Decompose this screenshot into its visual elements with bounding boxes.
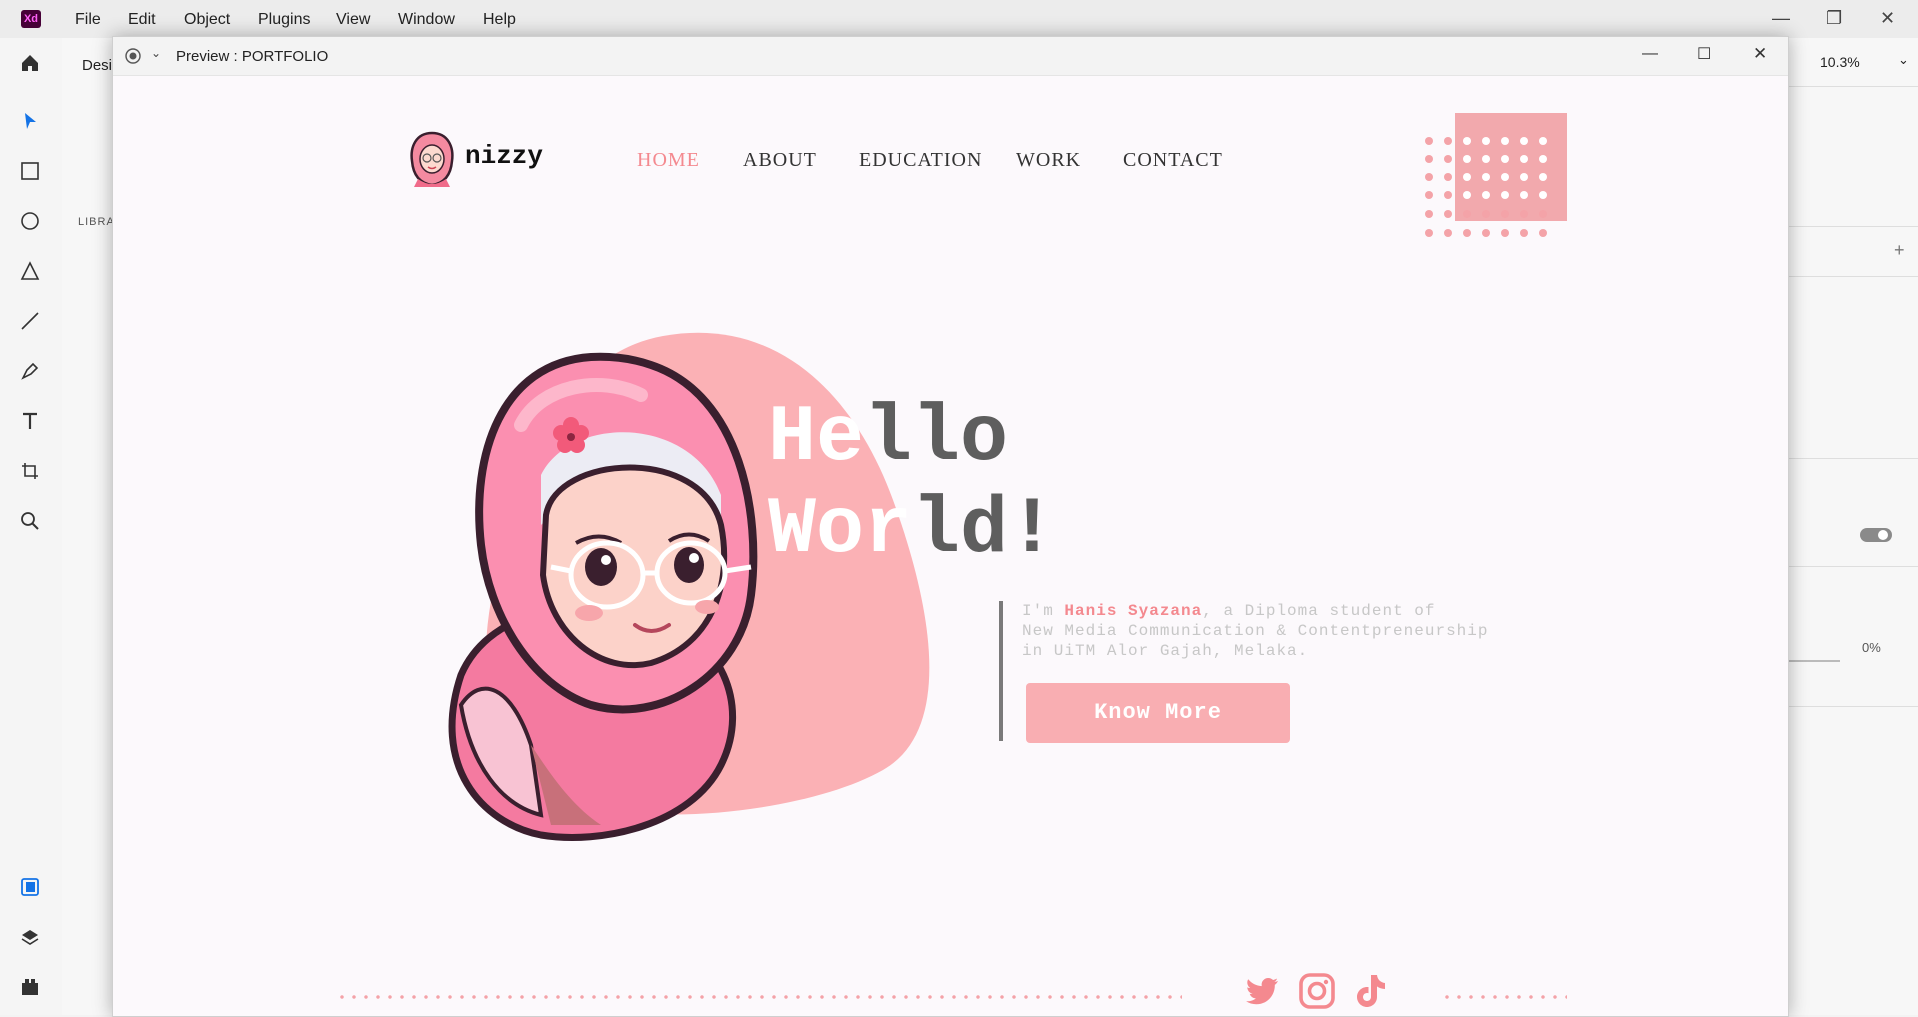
- intro-part: , a Diploma student of: [1202, 602, 1436, 620]
- preview-title: Preview : PORTFOLIO: [176, 48, 329, 65]
- preview-maximize-icon[interactable]: ☐: [1697, 44, 1711, 64]
- preview-window: ⌄ Preview : PORTFOLIO — ☐ ✕ nizzy HOME A…: [112, 36, 1789, 1017]
- headline-line-1: Hello: [768, 393, 1056, 485]
- polygon-tool-icon[interactable]: [17, 260, 43, 286]
- menu-window[interactable]: Window: [398, 11, 455, 29]
- pen-tool-icon[interactable]: [17, 360, 43, 386]
- line-tool-icon[interactable]: [17, 310, 43, 336]
- divider: [1786, 226, 1918, 227]
- menu-object[interactable]: Object: [184, 11, 230, 29]
- footer-dots-left: [336, 995, 1182, 999]
- toggle-knob: [1878, 530, 1888, 540]
- tiktok-icon[interactable]: [1351, 972, 1389, 1010]
- menu-help[interactable]: Help: [483, 11, 516, 29]
- intro-line-3: in UiTM Alor Gajah, Melaka.: [1022, 642, 1309, 660]
- headline-part: llo: [864, 393, 1009, 484]
- property-inspector: 10.3% ⌄ + 0%: [1786, 38, 1918, 1015]
- document-assets-icon[interactable]: [17, 876, 43, 902]
- libraries-label: LIBRA: [78, 216, 115, 228]
- restore-icon[interactable]: ❐: [1826, 8, 1842, 29]
- text-tool-icon[interactable]: [17, 410, 43, 436]
- portfolio-homepage: nizzy HOME ABOUT EDUCATION WORK CONTACT: [113, 75, 1788, 1016]
- close-icon[interactable]: ✕: [1880, 8, 1895, 29]
- toggle-switch[interactable]: [1860, 528, 1892, 542]
- headline-part: He: [768, 393, 865, 484]
- menu-file[interactable]: File: [75, 11, 101, 29]
- footer-dots-right: [1441, 995, 1567, 999]
- add-icon[interactable]: +: [1894, 240, 1905, 261]
- divider: [1786, 86, 1918, 87]
- tools-toolbar: [0, 38, 63, 1015]
- layers-icon[interactable]: [17, 926, 43, 952]
- nav-home[interactable]: HOME: [637, 149, 700, 172]
- divider: [1786, 706, 1918, 707]
- zoom-level[interactable]: 10.3%: [1820, 54, 1860, 70]
- preview-titlebar: ⌄ Preview : PORTFOLIO — ☐ ✕: [113, 37, 1788, 76]
- divider: [1786, 458, 1918, 459]
- preview-close-icon[interactable]: ✕: [1753, 44, 1767, 64]
- divider: [1786, 276, 1918, 277]
- preview-minimize-icon[interactable]: —: [1642, 45, 1658, 63]
- headline-part: ld!: [912, 485, 1057, 576]
- nav-contact[interactable]: CONTACT: [1123, 149, 1223, 172]
- minimize-icon[interactable]: —: [1772, 8, 1790, 29]
- hero-headline: Hello World!: [768, 393, 1056, 577]
- intro-divider: [999, 601, 1003, 741]
- preview-menu-chevron-icon[interactable]: ⌄: [151, 46, 161, 60]
- home-icon[interactable]: [17, 52, 43, 78]
- intro-line-2: New Media Communication & Contentpreneur…: [1022, 622, 1489, 640]
- intro-line-1: I'm Hanis Syazana, a Diploma student of: [1022, 601, 1542, 621]
- zoom-tool-icon[interactable]: [17, 510, 43, 536]
- app-menubar: Xd File Edit Object Plugins View Window …: [0, 0, 1918, 38]
- dot-grid-decoration: [1425, 137, 1547, 237]
- nav-about[interactable]: ABOUT: [743, 149, 817, 172]
- opacity-slider[interactable]: [1786, 660, 1840, 662]
- menu-edit[interactable]: Edit: [128, 11, 156, 29]
- zoom-chevron-icon[interactable]: ⌄: [1898, 52, 1909, 68]
- instagram-icon[interactable]: [1298, 972, 1336, 1010]
- intro-part: I'm: [1022, 602, 1065, 620]
- xd-logo-icon: Xd: [21, 10, 41, 28]
- artboard-tool-icon[interactable]: [17, 460, 43, 486]
- nav-work[interactable]: WORK: [1016, 149, 1081, 172]
- avatar-logo-icon[interactable]: [406, 129, 458, 189]
- opacity-value[interactable]: 0%: [1862, 640, 1881, 655]
- intro-text: I'm Hanis Syazana, a Diploma student of …: [1022, 601, 1542, 661]
- headline-line-2: World!: [768, 485, 1056, 577]
- plugins-icon[interactable]: [17, 976, 43, 1002]
- divider: [1786, 566, 1918, 567]
- rectangle-tool-icon[interactable]: [17, 160, 43, 186]
- headline-part: Wor: [768, 485, 913, 576]
- intro-name: Hanis Syazana: [1064, 602, 1203, 620]
- menu-plugins[interactable]: Plugins: [258, 11, 310, 29]
- menu-view[interactable]: View: [336, 11, 370, 29]
- design-tab[interactable]: Desi: [82, 57, 112, 74]
- nav-education[interactable]: EDUCATION: [859, 149, 982, 172]
- twitter-icon[interactable]: [1244, 972, 1282, 1010]
- site-logo-text[interactable]: nizzy: [465, 141, 543, 171]
- ellipse-tool-icon[interactable]: [17, 210, 43, 236]
- record-icon[interactable]: [125, 48, 141, 64]
- know-more-button[interactable]: Know More: [1026, 683, 1290, 743]
- select-arrow-icon[interactable]: [17, 110, 43, 136]
